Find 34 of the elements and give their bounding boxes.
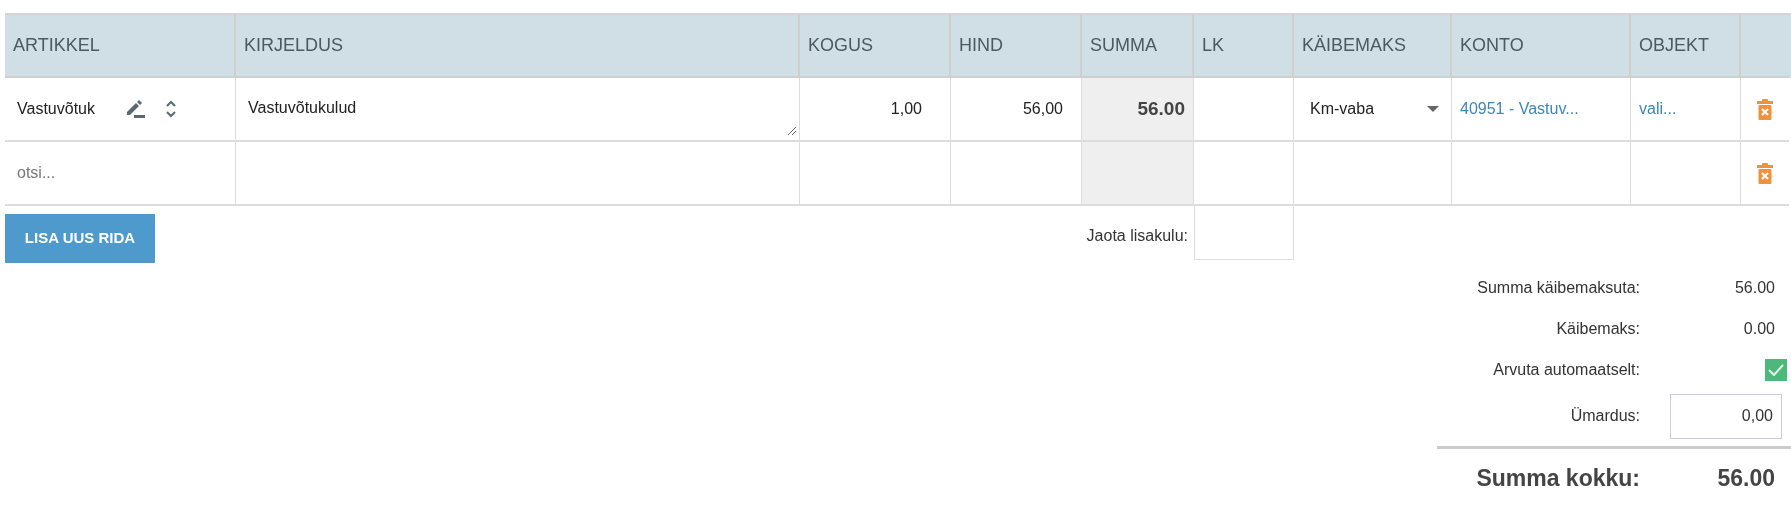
checkbox[interactable]: [1765, 358, 1787, 381]
total-label: Ümardus:: [1569, 406, 1640, 426]
rounding-field[interactable]: 0,00: [1670, 393, 1782, 439]
quantity-field[interactable]: 1,00: [890, 97, 922, 121]
column-header: KÄIBEMAKS: [1294, 15, 1452, 78]
total-value: 0.00: [1743, 318, 1776, 339]
grand-total-label: Summa kokku:: [1475, 464, 1640, 494]
check-icon: [1768, 363, 1784, 376]
resize-grip-icon[interactable]: [787, 126, 797, 136]
column-header: KONTO: [1452, 15, 1631, 78]
caret-icon[interactable]: [1427, 106, 1439, 112]
column-header: ARTIKKEL: [5, 15, 236, 78]
column-header: KOGUS: [800, 15, 951, 78]
column-header: LK: [1194, 15, 1294, 78]
article-field[interactable]: Vastuvõtuk: [17, 97, 117, 121]
column-header: HIND: [951, 15, 1082, 78]
sum-value: 56.00: [1137, 96, 1185, 121]
total-label: Arvuta automaatselt:: [1492, 359, 1640, 380]
vat-select[interactable]: Km-vaba: [1310, 97, 1375, 121]
column-header: OBJEKT: [1631, 15, 1741, 78]
column-header: KIRJELDUS: [236, 15, 800, 78]
description-field[interactable]: Vastuvõtukulud: [248, 96, 357, 120]
allocate-label: Jaota lisakulu:: [1086, 226, 1188, 246]
chevrons-up-down-icon[interactable]: [165, 99, 177, 119]
grand-total-value: 56.00: [1716, 464, 1776, 494]
total-label: Summa käibemaksuta:: [1476, 277, 1640, 298]
account-link[interactable]: 40951 - Vastuv...: [1460, 97, 1579, 121]
object-link[interactable]: vali...: [1639, 97, 1677, 121]
pencil-icon[interactable]: [125, 100, 145, 118]
article-field[interactable]: otsi...: [17, 161, 56, 185]
allocate-field[interactable]: [1194, 206, 1294, 260]
total-value: 56.00: [1734, 277, 1776, 298]
total-label: Käibemaks:: [1555, 318, 1640, 339]
price-field[interactable]: 56,00: [1022, 97, 1063, 121]
